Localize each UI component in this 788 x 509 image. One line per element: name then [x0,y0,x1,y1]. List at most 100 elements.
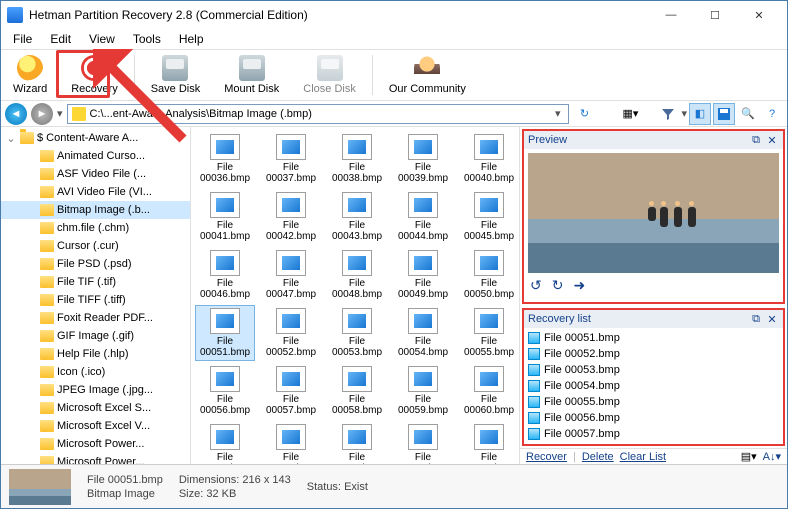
preview-close-button[interactable]: ✕ [765,133,779,147]
file-item[interactable]: File00042.bmp [261,189,321,245]
refresh-button[interactable]: ↻ [573,103,595,125]
tree-item[interactable]: AVI Video File (VI... [1,183,190,201]
next-button[interactable]: ➜ [573,277,585,294]
file-item[interactable]: File00037.bmp [261,131,321,187]
file-item[interactable]: File00058.bmp [327,363,387,419]
file-item[interactable]: File00065.bmp [459,421,519,464]
recovery-list-item[interactable]: File 00056.bmp [526,410,781,426]
tree-item[interactable]: File PSD (.psd) [1,255,190,273]
address-dropdown-icon[interactable]: ▾ [551,107,565,120]
tree-item[interactable]: Help File (.hlp) [1,345,190,363]
file-item[interactable]: File00045.bmp [459,189,519,245]
tree-item[interactable]: Microsoft Excel V... [1,417,190,435]
recovery-list-item[interactable]: File 00057.bmp [526,426,781,442]
recovery-button[interactable]: Recovery [63,51,125,99]
recovery-list-item[interactable]: File 00054.bmp [526,378,781,394]
file-item[interactable]: File00063.bmp [327,421,387,464]
file-item[interactable]: File00062.bmp [261,421,321,464]
recovery-list-item[interactable]: File 00051.bmp [526,330,781,346]
minimize-button[interactable]: — [649,1,693,29]
file-item[interactable]: File00057.bmp [261,363,321,419]
filter-dropdown-icon[interactable]: ▾ [681,107,687,120]
tree-root[interactable]: ⌄ $ Content-Aware A... [1,129,190,147]
file-item[interactable]: File00060.bmp [459,363,519,419]
file-item[interactable]: File00064.bmp [393,421,453,464]
folder-tree[interactable]: ⌄ $ Content-Aware A... Animated Curso...… [1,127,191,464]
preview-popout-button[interactable]: ⧉ [749,133,763,147]
save-disk-button[interactable]: Save Disk [143,51,209,99]
close-disk-button[interactable]: Close Disk [295,51,364,99]
list-view-button[interactable]: ▤▾ [741,450,757,463]
save-layout-button[interactable] [713,103,735,125]
recovery-list-item[interactable]: File 00052.bmp [526,346,781,362]
recovery-list-close-button[interactable]: ✕ [765,312,779,326]
tree-item[interactable]: Microsoft Power... [1,435,190,453]
file-item[interactable]: File00039.bmp [393,131,453,187]
view-options-button[interactable]: ▦▾ [619,103,641,125]
preview-toggle-button[interactable]: ◧ [689,103,711,125]
file-item[interactable]: File00051.bmp [195,305,255,361]
tree-item[interactable]: GIF Image (.gif) [1,327,190,345]
recover-link[interactable]: Recover [526,451,567,463]
collapse-icon[interactable]: ⌄ [5,132,17,145]
maximize-button[interactable]: ☐ [693,1,737,29]
tree-item[interactable]: File TIFF (.tiff) [1,291,190,309]
tree-item[interactable]: Animated Curso... [1,147,190,165]
address-input[interactable] [90,108,551,120]
address-bar[interactable]: ▾ [67,104,570,124]
file-item[interactable]: File00050.bmp [459,247,519,303]
mount-disk-button[interactable]: Mount Disk [216,51,287,99]
community-button[interactable]: Our Community [381,51,474,99]
file-item[interactable]: File00038.bmp [327,131,387,187]
tree-item[interactable]: chm.file (.chm) [1,219,190,237]
sort-button[interactable]: A↓▾ [763,450,781,463]
tree-item[interactable]: Cursor (.cur) [1,237,190,255]
search-button[interactable]: 🔍 [737,103,759,125]
file-item[interactable]: File00049.bmp [393,247,453,303]
file-item[interactable]: File00036.bmp [195,131,255,187]
file-item[interactable]: File00048.bmp [327,247,387,303]
menu-tools[interactable]: Tools [125,30,169,48]
delete-link[interactable]: Delete [582,451,614,463]
tree-item[interactable]: Microsoft Excel S... [1,399,190,417]
filter-button[interactable] [657,103,679,125]
tree-item[interactable]: Microsoft Power... [1,453,190,464]
file-item[interactable]: File00054.bmp [393,305,453,361]
tree-item[interactable]: ASF Video File (... [1,165,190,183]
file-item[interactable]: File00046.bmp [195,247,255,303]
nav-dropdown-icon[interactable]: ▾ [57,107,63,120]
tree-item[interactable]: Icon (.ico) [1,363,190,381]
file-item[interactable]: File00055.bmp [459,305,519,361]
close-button[interactable]: ✕ [737,1,781,29]
help-button[interactable]: ? [761,103,783,125]
file-item[interactable]: File00040.bmp [459,131,519,187]
file-item[interactable]: File00047.bmp [261,247,321,303]
nav-forward-button[interactable]: ► [31,103,53,125]
wizard-button[interactable]: Wizard [5,51,55,99]
menu-help[interactable]: Help [171,30,212,48]
tree-item[interactable]: File TIF (.tif) [1,273,190,291]
file-item[interactable]: File00059.bmp [393,363,453,419]
tree-item[interactable]: Bitmap Image (.b... [1,201,190,219]
rotate-left-button[interactable]: ↺ [530,277,542,294]
file-item[interactable]: File00053.bmp [327,305,387,361]
rotate-right-button[interactable]: ↻ [552,277,564,294]
recovery-list-item[interactable]: File 00055.bmp [526,394,781,410]
nav-back-button[interactable]: ◄ [5,103,27,125]
file-item[interactable]: File00041.bmp [195,189,255,245]
recovery-list-popout-button[interactable]: ⧉ [749,312,763,326]
file-item[interactable]: File00061.bmp [195,421,255,464]
recovery-list[interactable]: File 00051.bmpFile 00052.bmpFile 00053.b… [524,328,783,444]
file-item[interactable]: File00044.bmp [393,189,453,245]
file-item[interactable]: File00043.bmp [327,189,387,245]
menu-edit[interactable]: Edit [42,30,79,48]
menu-view[interactable]: View [81,30,123,48]
file-item[interactable]: File00056.bmp [195,363,255,419]
tree-item[interactable]: Foxit Reader PDF... [1,309,190,327]
file-item[interactable]: File00052.bmp [261,305,321,361]
recovery-list-item[interactable]: File 00053.bmp [526,362,781,378]
file-grid[interactable]: File00036.bmpFile00037.bmpFile00038.bmpF… [191,127,519,464]
menu-file[interactable]: File [5,30,40,48]
tree-item[interactable]: JPEG Image (.jpg... [1,381,190,399]
clear-list-link[interactable]: Clear List [620,451,666,463]
